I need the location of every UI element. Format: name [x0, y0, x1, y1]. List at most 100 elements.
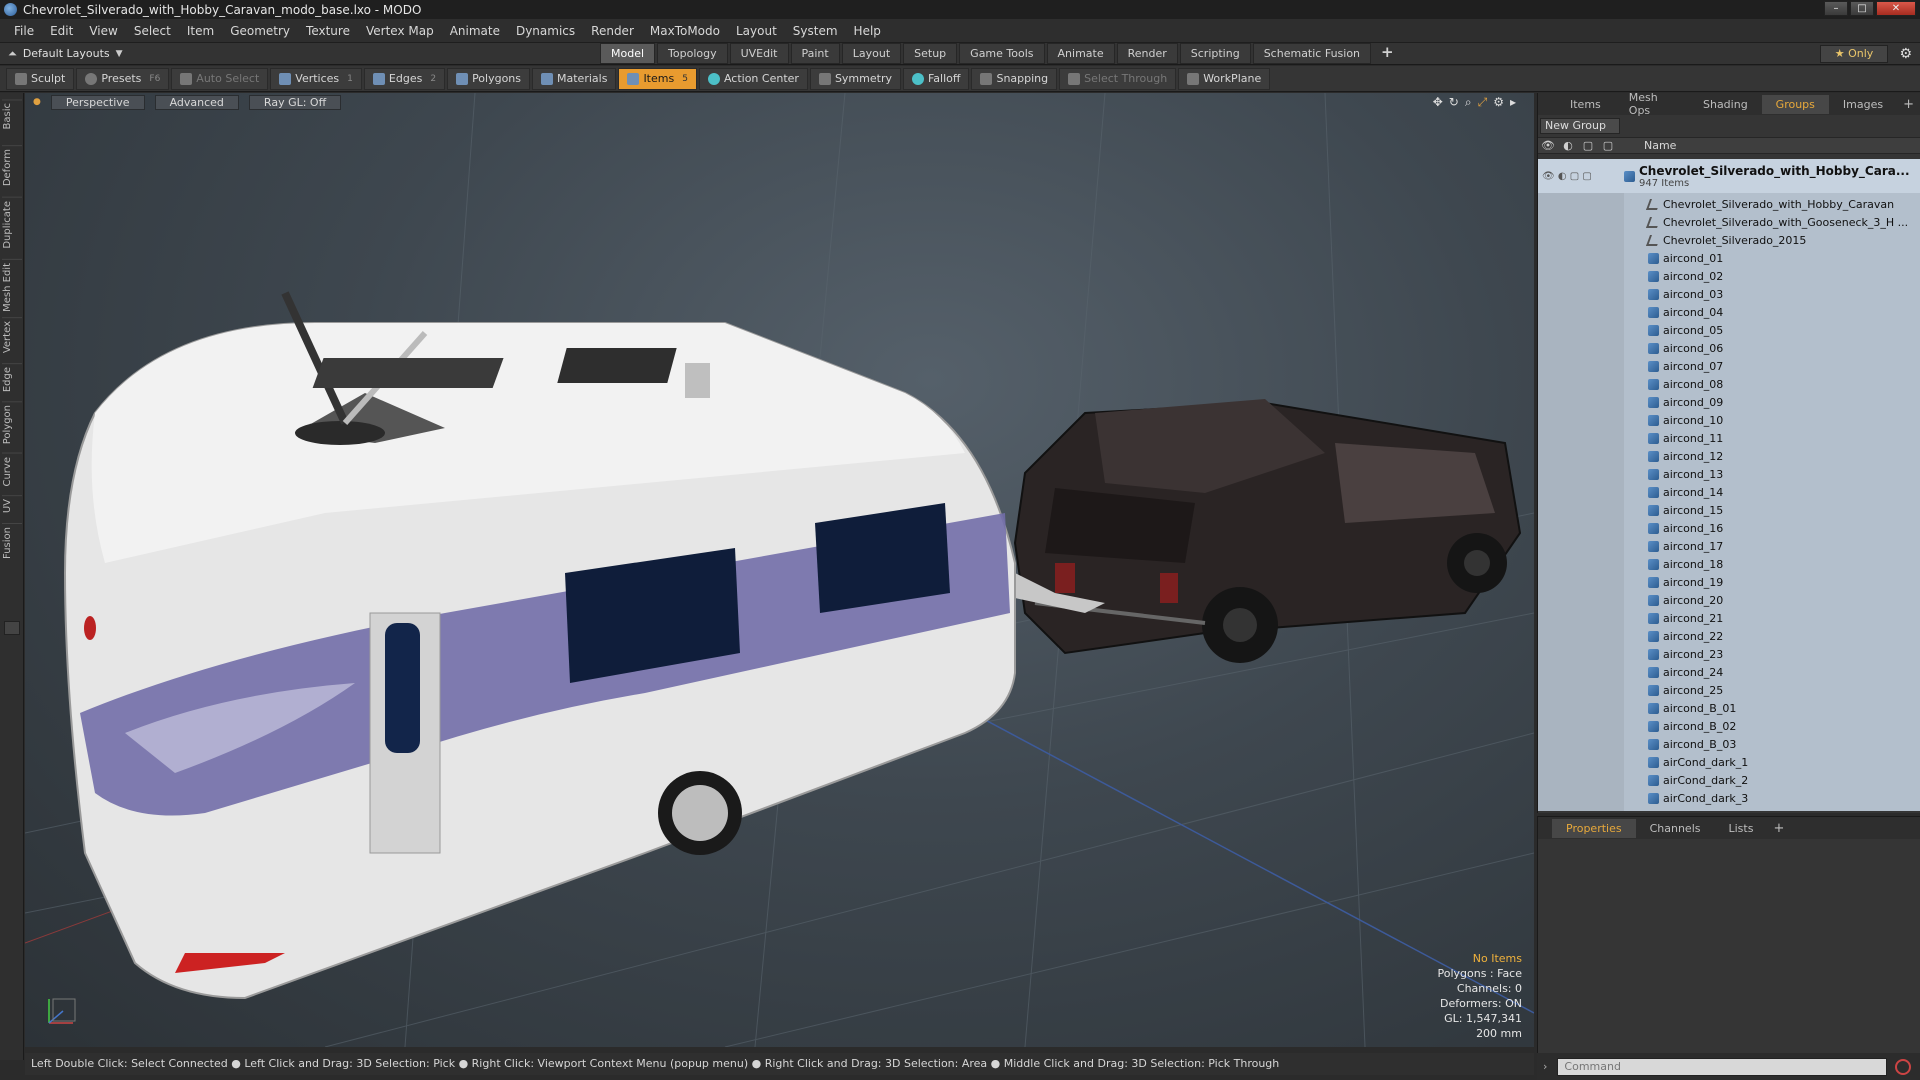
group-tree[interactable]: 👁 ◐ ▢ ▢ Chevrolet_Silverado_with_Hobby_C…: [1538, 159, 1920, 811]
tree-item-row[interactable]: aircond_10: [1538, 411, 1920, 429]
tab-uvedit[interactable]: UVEdit: [729, 43, 789, 64]
tree-item-row[interactable]: aircond_19: [1538, 573, 1920, 591]
materials-button[interactable]: Materials: [532, 67, 617, 90]
tree-item-row[interactable]: aircond_13: [1538, 465, 1920, 483]
menu-texture[interactable]: Texture: [298, 24, 358, 38]
tree-item-row[interactable]: airCond_dark_1: [1538, 753, 1920, 771]
tree-item-row[interactable]: aircond_08: [1538, 375, 1920, 393]
expand-tools-button[interactable]: [4, 621, 20, 635]
left-tab-curve[interactable]: Curve: [2, 453, 22, 490]
menu-vertex-map[interactable]: Vertex Map: [358, 24, 442, 38]
tree-item-row[interactable]: aircond_11: [1538, 429, 1920, 447]
tree-item-row[interactable]: aircond_25: [1538, 681, 1920, 699]
left-tab-duplicate[interactable]: Duplicate: [2, 197, 22, 252]
maximize-button[interactable]: □: [1850, 1, 1874, 16]
left-tab-vertex[interactable]: Vertex: [2, 317, 22, 357]
tab-lists[interactable]: Lists: [1715, 819, 1768, 838]
menu-item[interactable]: Item: [179, 24, 222, 38]
items-button[interactable]: Items 5: [618, 67, 697, 90]
tree-item-row[interactable]: airCond_dark_2: [1538, 771, 1920, 789]
snapping-button[interactable]: Snapping: [971, 67, 1058, 90]
tree-root-group[interactable]: 👁 ◐ ▢ ▢ Chevrolet_Silverado_with_Hobby_C…: [1538, 159, 1920, 193]
workplane-button[interactable]: WorkPlane: [1178, 67, 1271, 90]
tab-scripting[interactable]: Scripting: [1179, 43, 1251, 64]
tree-item-row[interactable]: aircond_23: [1538, 645, 1920, 663]
menu-help[interactable]: Help: [846, 24, 889, 38]
menu-animate[interactable]: Animate: [442, 24, 508, 38]
tab-items[interactable]: Items: [1556, 95, 1615, 114]
only-button[interactable]: ★ Only: [1820, 45, 1888, 63]
tab-groups[interactable]: Groups: [1761, 94, 1829, 114]
tree-item-row[interactable]: aircond_18: [1538, 555, 1920, 573]
tree-item-row[interactable]: aircond_22: [1538, 627, 1920, 645]
tab-properties[interactable]: Properties: [1552, 818, 1636, 838]
tab-paint[interactable]: Paint: [790, 43, 840, 64]
tab-mesh-ops[interactable]: Mesh Ops: [1615, 88, 1689, 120]
menu-view[interactable]: View: [81, 24, 125, 38]
new-group-button[interactable]: New Group: [1540, 118, 1620, 134]
menu-edit[interactable]: Edit: [42, 24, 81, 38]
select-through-button[interactable]: Select Through: [1059, 67, 1177, 90]
tab-animate[interactable]: Animate: [1046, 43, 1115, 64]
auto-select-button[interactable]: Auto Select: [171, 67, 269, 90]
tree-item-row[interactable]: aircond_14: [1538, 483, 1920, 501]
render-toggle-icon[interactable]: ◐: [1558, 137, 1578, 154]
polygons-button[interactable]: Polygons: [447, 67, 531, 90]
lock-icon[interactable]: ▢: [1578, 137, 1598, 154]
left-tab-basic[interactable]: Basic: [2, 99, 22, 133]
menu-render[interactable]: Render: [583, 24, 642, 38]
add-tab-icon[interactable]: +: [1373, 43, 1402, 64]
tree-item-row[interactable]: aircond_06: [1538, 339, 1920, 357]
tab-setup[interactable]: Setup: [903, 43, 958, 64]
tree-item-row[interactable]: aircond_B_01: [1538, 699, 1920, 717]
tab-layout[interactable]: Layout: [841, 43, 902, 64]
menu-file[interactable]: File: [6, 24, 42, 38]
menu-geometry[interactable]: Geometry: [222, 24, 298, 38]
tree-item-row[interactable]: aircond_24: [1538, 663, 1920, 681]
left-tab-fusion[interactable]: Fusion: [2, 523, 22, 562]
tree-item-row[interactable]: aircond_09: [1538, 393, 1920, 411]
command-input[interactable]: Command: [1557, 1057, 1888, 1076]
minimize-button[interactable]: –: [1824, 1, 1848, 16]
tree-item-row[interactable]: aircond_07: [1538, 357, 1920, 375]
tree-item-row[interactable]: aircond_B_03: [1538, 735, 1920, 753]
tree-item-row[interactable]: aircond_05: [1538, 321, 1920, 339]
tab-render[interactable]: Render: [1116, 43, 1178, 64]
left-tab-mesh-edit[interactable]: Mesh Edit: [2, 259, 22, 315]
tree-item-row[interactable]: Chevrolet_Silverado_with_Hobby_Caravan: [1538, 195, 1920, 213]
tree-item-row[interactable]: aircond_04: [1538, 303, 1920, 321]
tab-shading[interactable]: Shading: [1689, 95, 1762, 114]
left-tab-polygon[interactable]: Polygon: [2, 401, 22, 448]
layout-selector[interactable]: ⏶ Default Layouts ▼: [0, 47, 600, 61]
left-tab-uv[interactable]: UV: [2, 495, 22, 517]
tree-item-row[interactable]: aircond_03: [1538, 285, 1920, 303]
gear-icon[interactable]: ⚙: [1899, 46, 1912, 62]
tab-game-tools[interactable]: Game Tools: [959, 43, 1045, 64]
tree-item-row[interactable]: airCond_dark_3: [1538, 789, 1920, 807]
tab-channels[interactable]: Channels: [1636, 819, 1715, 838]
sculpt-button[interactable]: Sculpt: [6, 67, 75, 90]
tab-schematic-fusion[interactable]: Schematic Fusion: [1252, 43, 1372, 64]
menu-layout[interactable]: Layout: [728, 24, 785, 38]
root-eye-icon[interactable]: 👁 ◐ ▢ ▢: [1542, 171, 1624, 182]
close-button[interactable]: ✕: [1876, 1, 1916, 16]
menu-dynamics[interactable]: Dynamics: [508, 24, 583, 38]
tree-item-row[interactable]: aircond_20: [1538, 591, 1920, 609]
menu-maxtomodo[interactable]: MaxToModo: [642, 24, 728, 38]
left-tab-deform[interactable]: Deform: [2, 145, 22, 190]
select-toggle-icon[interactable]: ▢: [1598, 137, 1618, 154]
3d-viewport[interactable]: ● Perspective Advanced Ray GL: Off ✥ ↻ ⌕…: [25, 93, 1534, 1047]
tree-item-row[interactable]: aircond_02: [1538, 267, 1920, 285]
tab-topology[interactable]: Topology: [657, 43, 728, 64]
vertices-button[interactable]: Vertices 1: [270, 67, 362, 90]
tree-item-row[interactable]: Chevrolet_Silverado_with_Gooseneck_3_H .…: [1538, 213, 1920, 231]
falloff-button[interactable]: Falloff: [902, 67, 970, 90]
tree-item-row[interactable]: aircond_16: [1538, 519, 1920, 537]
symmetry-button[interactable]: Symmetry: [809, 67, 901, 90]
tree-item-row[interactable]: aircond_21: [1538, 609, 1920, 627]
add-properties-tab-icon[interactable]: +: [1767, 821, 1790, 836]
command-history-icon[interactable]: [1895, 1058, 1912, 1075]
tree-item-row[interactable]: aircond_B_02: [1538, 717, 1920, 735]
menu-select[interactable]: Select: [126, 24, 179, 38]
menu-system[interactable]: System: [785, 24, 846, 38]
